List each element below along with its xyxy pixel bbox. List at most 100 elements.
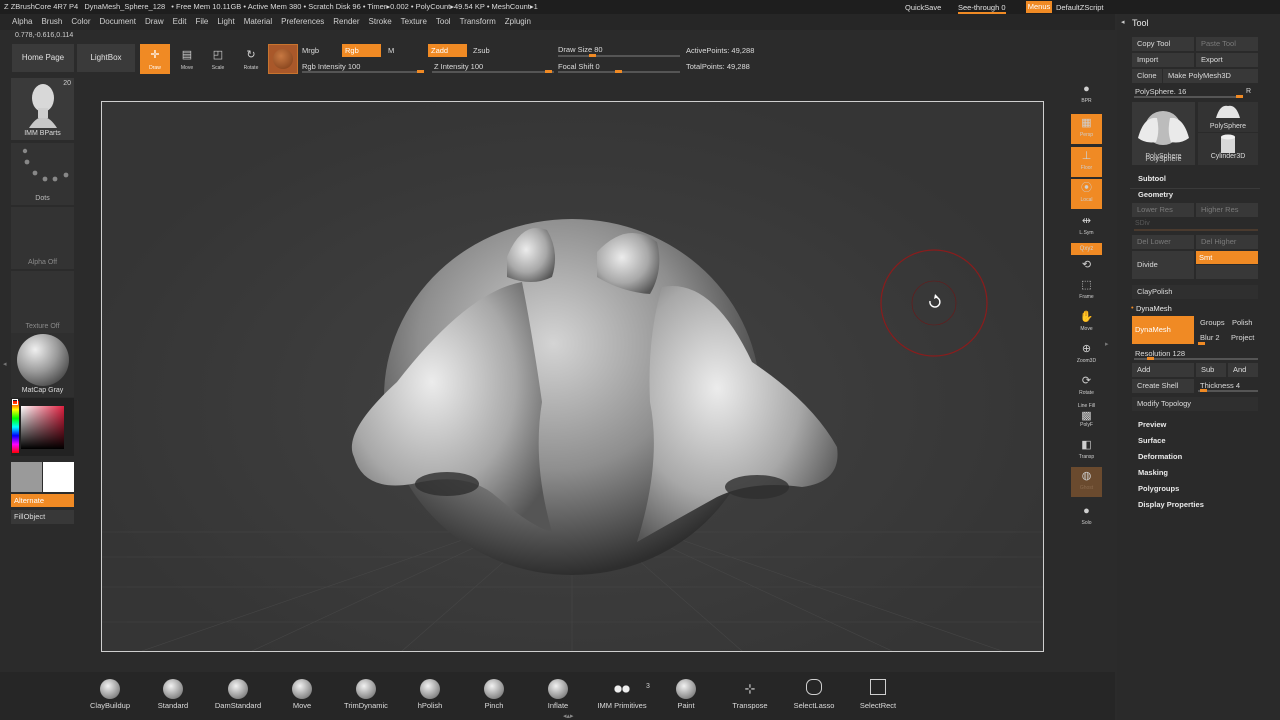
rotate-mode-button[interactable]: ↻ Rotate <box>236 44 266 74</box>
brush-imm-primitives[interactable]: IMM Primitives <box>590 679 654 710</box>
color-picker[interactable] <box>11 398 74 456</box>
blur-slider-knob[interactable] <box>1198 342 1205 345</box>
polygroups-section[interactable]: Polygroups <box>1138 484 1179 493</box>
rgb-intensity-slider[interactable] <box>302 71 424 73</box>
copy-tool-button[interactable]: Copy Tool <box>1132 37 1194 51</box>
left-shelf-collapse-icon[interactable]: ◂ <box>3 360 7 368</box>
tool-thumb-polysphere[interactable]: PolySphere <box>1198 102 1258 132</box>
brush-claybuildup[interactable]: ClayBuildup <box>78 679 142 710</box>
brush-hpolish[interactable]: hPolish <box>398 679 462 710</box>
see-through-slider[interactable]: See-through 0 <box>958 3 1006 14</box>
del-higher-button[interactable]: Del Higher <box>1196 235 1258 249</box>
persp-button[interactable]: ▦ Persp <box>1071 114 1102 144</box>
z-intensity-slider[interactable] <box>432 71 554 73</box>
menu-alpha[interactable]: Alpha <box>12 14 32 30</box>
menus-toggle[interactable]: Menus <box>1026 1 1052 13</box>
paste-tool-button[interactable]: Paste Tool <box>1196 37 1258 51</box>
smt-toggle[interactable]: Smt <box>1196 251 1258 264</box>
geometry-section[interactable]: Geometry <box>1138 190 1173 199</box>
menu-stroke[interactable]: Stroke <box>369 14 392 30</box>
scale-mode-button[interactable]: ◰ Scale <box>203 44 233 74</box>
script-button[interactable]: DefaultZScript <box>1056 3 1104 12</box>
menu-edit[interactable]: Edit <box>173 14 187 30</box>
viewport-3d[interactable] <box>102 102 1043 651</box>
alternate-button[interactable]: Alternate <box>11 494 74 507</box>
bpr-button[interactable]: ● BPR <box>1071 80 1102 110</box>
clone-button[interactable]: Clone <box>1132 69 1162 83</box>
brush-selectrect[interactable]: SelectRect <box>846 679 910 710</box>
rotate-view-button[interactable]: ⟳ Rotate <box>1071 372 1102 402</box>
menu-zplugin[interactable]: Zplugin <box>505 14 531 30</box>
zadd-toggle[interactable]: Zadd <box>428 44 467 57</box>
palette-collapse-icon[interactable]: ◂ <box>1121 18 1125 26</box>
export-button[interactable]: Export <box>1196 53 1258 67</box>
brush-selector[interactable]: 20 IMM BParts <box>11 78 74 140</box>
menu-preferences[interactable]: Preferences <box>281 14 324 30</box>
menu-light[interactable]: Light <box>217 14 234 30</box>
z-intensity-knob[interactable] <box>545 70 552 73</box>
create-shell-button[interactable]: Create Shell <box>1132 379 1194 393</box>
higher-res-button[interactable]: Higher Res <box>1196 203 1258 217</box>
menu-document[interactable]: Document <box>100 14 136 30</box>
shelf-expand-icon[interactable]: ◂▴▸ <box>563 712 574 720</box>
preview-section[interactable]: Preview <box>1138 420 1166 429</box>
brush-standard[interactable]: Standard <box>141 679 205 710</box>
tool-thumb-cylinder[interactable]: Cylinder3D <box>1198 133 1258 165</box>
brush-trimdynamic[interactable]: TrimDynamic <box>334 679 398 710</box>
rgb-intensity-knob[interactable] <box>417 70 424 73</box>
rotate-axis-button[interactable]: ⟲ <box>1071 258 1102 272</box>
suv-toggle[interactable] <box>1196 265 1258 279</box>
menu-color[interactable]: Color <box>71 14 90 30</box>
menu-transform[interactable]: Transform <box>460 14 496 30</box>
material-swatch-button[interactable] <box>268 44 298 74</box>
menu-draw[interactable]: Draw <box>145 14 164 30</box>
draw-mode-button[interactable]: ✛ Draw <box>140 44 170 74</box>
thickness-slider[interactable] <box>1198 390 1258 392</box>
groups-toggle[interactable]: Groups <box>1200 318 1225 327</box>
del-lower-button[interactable]: Del Lower <box>1132 235 1194 249</box>
dynamesh-button[interactable]: DynaMesh <box>1132 316 1194 344</box>
hue-strip[interactable] <box>12 401 19 453</box>
menu-tool[interactable]: Tool <box>436 14 451 30</box>
menu-brush[interactable]: Brush <box>41 14 62 30</box>
move-mode-button[interactable]: ▤ Move <box>172 44 202 74</box>
blur-slider-label[interactable]: Blur 2 <box>1200 333 1220 342</box>
menu-render[interactable]: Render <box>333 14 359 30</box>
texture-selector[interactable]: Texture Off <box>11 271 74 333</box>
menu-texture[interactable]: Texture <box>401 14 427 30</box>
zsub-toggle[interactable]: Zsub <box>473 46 490 55</box>
lightbox-button[interactable]: LightBox <box>77 44 135 72</box>
brush-inflate[interactable]: Inflate <box>526 679 590 710</box>
ghost-button[interactable]: ◍ Ghost <box>1071 467 1102 497</box>
brush-pinch[interactable]: Pinch <box>462 679 526 710</box>
right-shelf-collapse-icon[interactable]: ▸ <box>1105 340 1109 348</box>
draw-size-slider[interactable] <box>558 55 680 57</box>
sub-button[interactable]: Sub <box>1196 363 1226 377</box>
fillobject-button[interactable]: FillObject <box>11 510 74 524</box>
menu-file[interactable]: File <box>195 14 208 30</box>
masking-section[interactable]: Masking <box>1138 468 1168 477</box>
surface-section[interactable]: Surface <box>1138 436 1166 445</box>
frame-button[interactable]: ⬚ Frame <box>1071 276 1102 306</box>
modify-topology-section[interactable]: Modify Topology <box>1132 397 1258 411</box>
stroke-selector[interactable]: Dots <box>11 143 74 205</box>
secondary-color-swatch[interactable] <box>11 462 42 492</box>
display-properties-section[interactable]: Display Properties <box>1138 500 1204 509</box>
quicksave-button[interactable]: QuickSave <box>905 3 941 12</box>
tool-slider[interactable] <box>1134 96 1242 98</box>
draw-size-knob[interactable] <box>589 54 596 57</box>
saturation-value-square[interactable] <box>21 406 64 449</box>
thickness-knob[interactable] <box>1200 389 1207 392</box>
import-button[interactable]: Import <box>1132 53 1194 67</box>
brush-paint[interactable]: Paint <box>654 679 718 710</box>
divide-button[interactable]: Divide <box>1132 251 1194 279</box>
project-toggle[interactable]: Project <box>1231 333 1254 342</box>
subtool-section[interactable]: Subtool <box>1138 174 1166 183</box>
lsym-button[interactable]: ⇹ L.Sym <box>1071 212 1102 236</box>
focal-shift-knob[interactable] <box>615 70 622 73</box>
and-button[interactable]: And <box>1228 363 1258 377</box>
dynamesh-section[interactable]: DynaMesh <box>1136 304 1172 313</box>
mrgb-toggle[interactable]: Mrgb <box>302 46 319 55</box>
sdiv-slider[interactable] <box>1134 229 1258 231</box>
floor-button[interactable]: ⊥ Floor <box>1071 147 1102 177</box>
